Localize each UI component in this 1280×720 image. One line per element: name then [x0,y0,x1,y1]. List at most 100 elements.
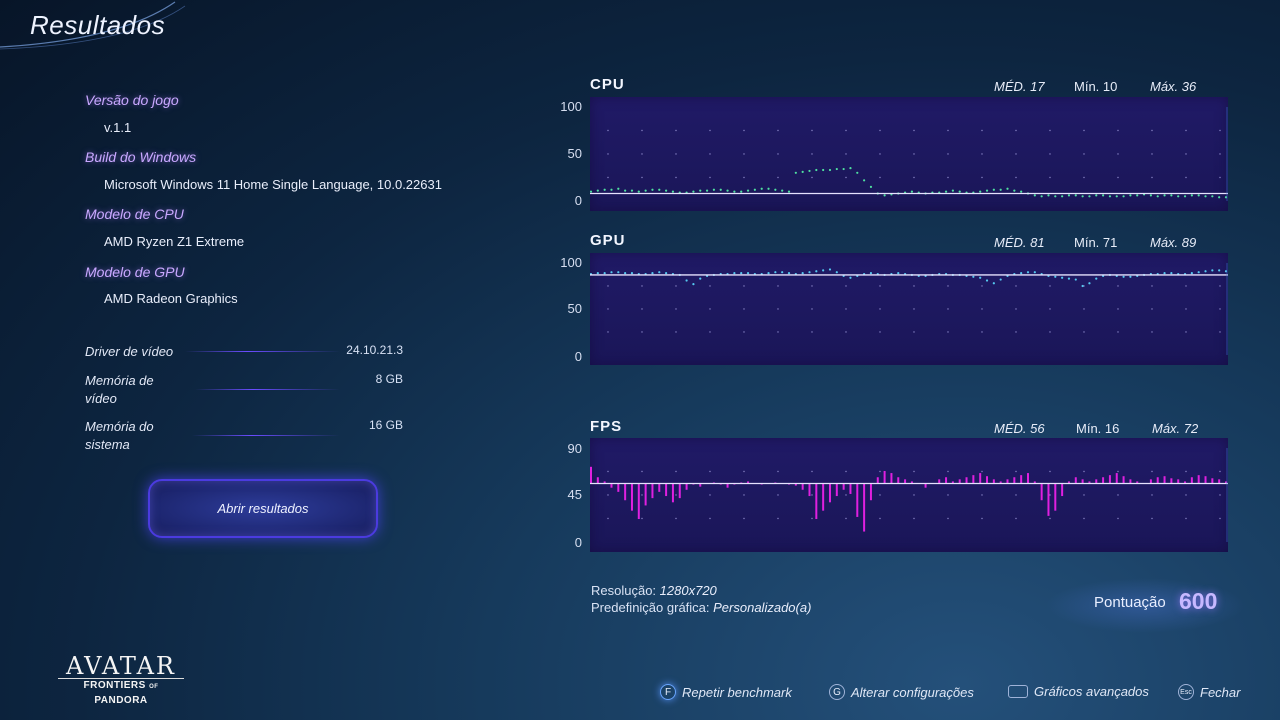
gpu-grid-dot [1185,285,1187,287]
fps-grid-dot [1049,494,1051,496]
gpu-point [624,272,627,275]
open-results-button[interactable]: Abrir resultados [148,479,378,538]
system-memory-label: Memória do sistema [85,419,154,452]
cpu-point [808,169,811,173]
gpu-point [733,272,736,275]
gpu-grid-dot [1049,308,1051,310]
gpu-point [692,283,695,286]
cpu-grid-dot [879,129,881,132]
cpu-point [787,190,791,193]
cpu-point [1115,195,1118,198]
cpu-grid-dot [981,129,983,132]
cpu-grid-dot [1185,129,1187,132]
cpu-grid-dot [879,176,881,179]
cpu-ytick: 0 [574,193,582,208]
gpu-point [815,270,818,273]
cpu-point [1211,195,1214,198]
cpu-grid-dot [981,153,983,155]
resolution-line: Resolução: 1280x720 [591,583,717,598]
logo-subtitle: FRONTIERS OF PANDORA [58,678,184,708]
windows-build-label: Build do Windows [85,149,197,165]
gpu-grid-dot [743,308,745,310]
cpu-point [869,185,873,188]
gpu-point [985,279,989,282]
cpu-point [849,167,852,170]
cpu-grid-dot [1049,176,1051,179]
gpu-grid-dot [811,331,813,333]
resolution-label: Resolução: [591,583,657,598]
gpu-point [1033,271,1036,274]
fps-grid-dot [777,494,779,496]
gpu-grid-dot [607,285,609,287]
cpu-grid-dot [675,176,677,179]
fps-grid-dot [845,517,847,520]
gpu-plot-area [590,253,1228,365]
gpu-point [630,272,634,275]
gpu-point [1088,282,1091,285]
gpu-grid-dot [981,285,983,287]
cpu-grid-dot [1015,176,1017,179]
fps-grid-dot [913,517,915,520]
cpu-point [1020,190,1023,193]
fps-grid-dot [1185,517,1187,520]
cpu-point [1054,195,1057,198]
cpu-grid-dot [1219,129,1221,132]
cpu-grid-dot [1151,129,1153,132]
gpu-point [999,278,1002,281]
cpu-point [781,189,784,192]
windows-build-value: Microsoft Windows 11 Home Single Languag… [104,177,442,192]
cpu-grid-dot [811,153,813,155]
gpu-point [774,271,777,274]
gpu-point [603,272,606,275]
advanced-graphs-action[interactable]: Gráficos avançados [1008,684,1149,699]
cpu-grid-dot [743,129,745,132]
cpu-grid-dot [947,153,949,155]
preset-line: Predefinição gráfica: Personalizado(a) [591,600,811,615]
cpu-grid-dot [607,176,609,179]
fps-chart-header: FPS MÉD. 56 Mín. 16 Máx. 72 [590,418,1228,438]
gpu-grid-dot [1015,308,1017,310]
cpu-model-label: Modelo de CPU [85,206,184,222]
cpu-grid-dot [845,129,847,132]
fps-grid-dot [845,494,847,496]
cpu-point [767,187,770,190]
gpu-point [1190,272,1193,275]
cpu-chart-title: CPU [590,76,625,93]
fps-chart [590,448,1228,542]
gpu-point [1095,277,1098,280]
gpu-grid-dot [1185,331,1187,333]
change-settings-action[interactable]: G Alterar configurações [829,684,974,700]
gpu-point [1197,271,1200,274]
gpu-point [658,271,661,274]
fps-grid-dot [641,517,643,520]
gpu-grid-dot [947,331,949,333]
fps-grid-dot [981,470,983,473]
cpu-grid-dot [1117,153,1119,155]
gpu-grid-dot [981,308,983,310]
gpu-grid-dot [743,285,745,287]
repeat-benchmark-action[interactable]: F Repetir benchmark [660,684,792,700]
close-action[interactable]: Esc Fechar [1178,684,1240,700]
fps-grid-dot [811,494,813,496]
cpu-point [746,189,750,192]
cpu-point [1074,194,1077,197]
fps-grid-dot [743,470,745,473]
fps-grid-dot [1117,470,1119,473]
cpu-point [1170,194,1173,197]
cpu-point [1033,194,1036,197]
gpu-point [746,272,750,275]
cpu-point [1218,196,1221,199]
cpu-min: Mín. 10 [1074,79,1118,94]
fps-grid-dot [1015,517,1017,520]
fps-grid-dot [1185,470,1187,473]
cpu-point [1101,194,1105,197]
fps-grid-dot [1117,517,1119,520]
gpu-avg: MÉD. 81 [994,235,1045,250]
gpu-grid-dot [1049,285,1051,287]
gpu-ytick: 50 [567,301,582,316]
score-label: Pontuação [1094,594,1166,611]
gpu-point [767,272,770,275]
gpu-grid-dot [947,285,949,287]
fps-grid-dot [845,470,847,473]
fps-grid-dot [709,470,711,473]
